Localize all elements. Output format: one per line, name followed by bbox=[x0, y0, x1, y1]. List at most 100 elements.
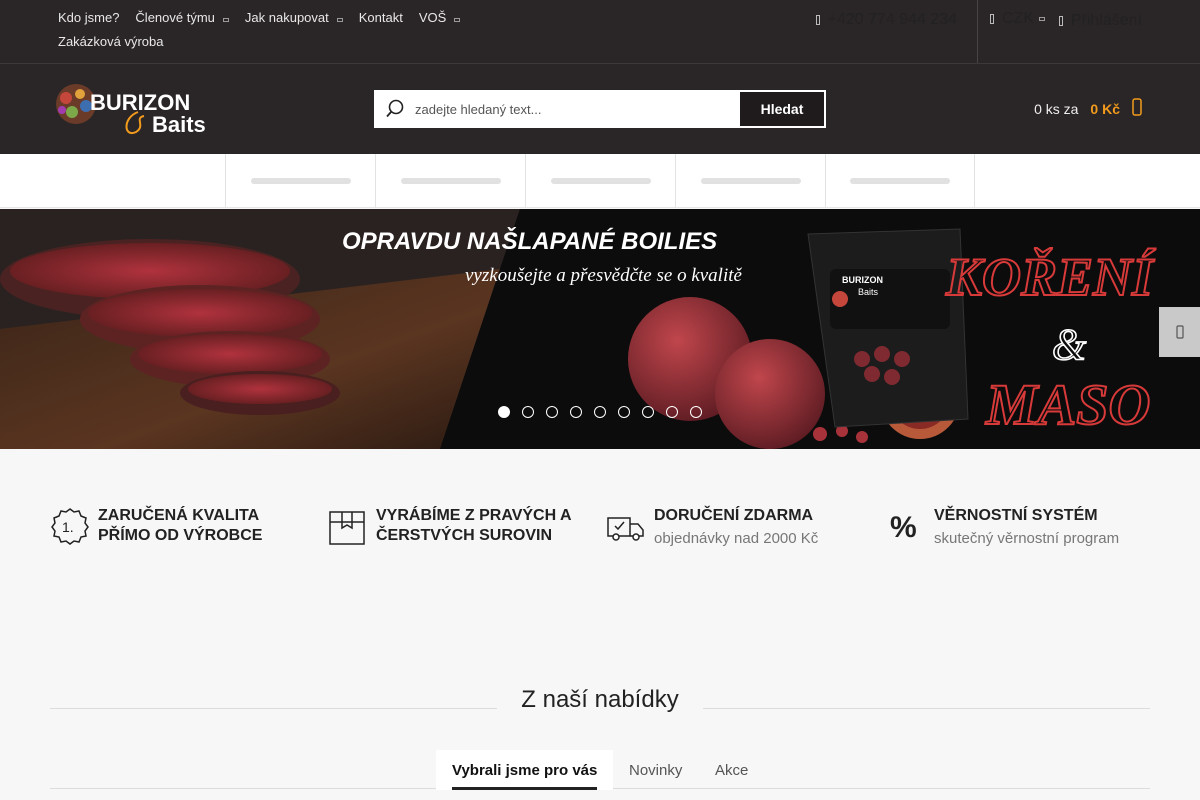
currency-label: CZK bbox=[1002, 10, 1034, 27]
box-icon bbox=[329, 511, 365, 545]
currency-icon bbox=[990, 14, 994, 24]
loading-placeholder bbox=[850, 178, 950, 184]
feature-title: DORUČENÍ ZDARMA bbox=[654, 507, 814, 524]
cart-count: 0 ks za bbox=[1034, 100, 1079, 117]
svg-text:&: & bbox=[1052, 320, 1087, 369]
top-bar: Kdo jsme? Členové týmu Jak nakupovat Kon… bbox=[0, 0, 1200, 64]
chevron-down-icon bbox=[1039, 17, 1045, 21]
feature-text: VYRÁBÍME Z PRAVÝCH A ČERSTVÝCH SUROVIN bbox=[376, 506, 572, 546]
search-input[interactable] bbox=[415, 92, 740, 126]
slider-dot[interactable] bbox=[594, 406, 606, 418]
login-link[interactable]: Přihlášení bbox=[1058, 12, 1142, 30]
top-nav-label: Členové týmu bbox=[135, 10, 215, 25]
top-nav-item-team[interactable]: Členové týmu bbox=[127, 6, 236, 30]
phone-icon bbox=[815, 15, 820, 25]
tab-new[interactable]: Novinky bbox=[629, 750, 682, 790]
side-tab-icon bbox=[1175, 325, 1184, 339]
svg-text:KOŘENÍ: KOŘENÍ bbox=[945, 247, 1156, 307]
slider-dot[interactable] bbox=[522, 406, 534, 418]
tab-sale[interactable]: Akce bbox=[715, 750, 748, 790]
hero-banner[interactable]: BURIZON Baits OPRAVDU NAŠLAPANÉ BOILIES … bbox=[0, 209, 1200, 449]
slider-dot[interactable] bbox=[666, 406, 678, 418]
category-nav-item[interactable] bbox=[525, 154, 675, 208]
svg-text:BURIZON: BURIZON bbox=[842, 275, 883, 285]
tab-label: Akce bbox=[715, 761, 749, 779]
feature-loyalty: % VĚRNOSTNÍ SYSTÉM skutečný věrnostní pr… bbox=[886, 506, 1119, 547]
feature-ingredients: VYRÁBÍME Z PRAVÝCH A ČERSTVÝCH SUROVIN bbox=[328, 506, 572, 546]
svg-text:OPRAVDU NAŠLAPANÉ BOILIES: OPRAVDU NAŠLAPANÉ BOILIES bbox=[342, 227, 717, 255]
slider-dot[interactable] bbox=[690, 406, 702, 418]
divider bbox=[50, 708, 497, 709]
search-icon[interactable] bbox=[375, 91, 415, 127]
header: BURIZON Baits Hledat 0 ks za 0 Kč bbox=[0, 64, 1200, 154]
top-nav: Kdo jsme? Členové týmu Jak nakupovat Kon… bbox=[50, 6, 490, 54]
slider-dot[interactable] bbox=[618, 406, 630, 418]
currency-selector[interactable]: CZK bbox=[990, 10, 1045, 28]
top-nav-label: VOŠ bbox=[418, 10, 447, 25]
logo[interactable]: BURIZON Baits bbox=[50, 82, 222, 138]
percent-icon: % bbox=[890, 511, 917, 544]
svg-text:%: % bbox=[890, 511, 917, 544]
feature-subtitle: skutečný věrnostní program bbox=[934, 530, 1120, 547]
feature-title: ČERSTVÝCH SUROVIN bbox=[376, 527, 553, 544]
category-nav-item[interactable] bbox=[675, 154, 825, 208]
section-title: Z naší nabídky bbox=[521, 686, 679, 713]
tab-label: Vybrali jsme pro vás bbox=[452, 761, 598, 779]
quality-badge-icon: 1. bbox=[51, 508, 89, 545]
phone-number: +420 774 944 234 bbox=[827, 11, 957, 28]
svg-text:MASO: MASO bbox=[985, 372, 1150, 437]
svg-text:Baits: Baits bbox=[152, 112, 206, 137]
chevron-down-icon bbox=[336, 18, 343, 22]
search-bar: Hledat bbox=[374, 90, 826, 128]
feature-text: ZARUČENÁ KVALITA PŘÍMO OD VÝROBCE bbox=[98, 506, 262, 546]
category-nav-item[interactable] bbox=[825, 154, 975, 208]
feature-title: PŘÍMO OD VÝROBCE bbox=[98, 527, 263, 544]
tab-recommended[interactable]: Vybrali jsme pro vás bbox=[436, 750, 614, 790]
side-panel-tab[interactable] bbox=[1159, 307, 1200, 357]
slider-dot[interactable] bbox=[546, 406, 558, 418]
top-nav-item-how-to-buy[interactable]: Jak nakupovat bbox=[237, 6, 351, 30]
top-nav-item-vos[interactable]: VOŠ bbox=[411, 6, 468, 30]
top-nav-label: Kontakt bbox=[358, 10, 403, 25]
tab-label: Novinky bbox=[629, 761, 683, 779]
login-label: Přihlášení bbox=[1070, 12, 1142, 29]
delivery-van-icon bbox=[607, 517, 644, 541]
slider-dot[interactable] bbox=[498, 406, 510, 418]
cart-price: 0 Kč bbox=[1090, 100, 1120, 117]
feature-title: ZARUČENÁ KVALITA bbox=[98, 507, 260, 524]
top-nav-label: Kdo jsme? bbox=[58, 10, 120, 25]
top-nav-item-custom-production[interactable]: Zakázková výroba bbox=[50, 30, 172, 54]
user-icon bbox=[1058, 16, 1063, 26]
feature-title: VĚRNOSTNÍ SYSTÉM bbox=[934, 507, 1098, 524]
category-nav bbox=[0, 154, 1200, 208]
phone-link[interactable]: +420 774 944 234 bbox=[815, 11, 957, 29]
feature-title: VYRÁBÍME Z PRAVÝCH A bbox=[376, 507, 572, 524]
slider-dot[interactable] bbox=[642, 406, 654, 418]
loading-placeholder bbox=[700, 178, 801, 184]
category-nav-item[interactable] bbox=[375, 154, 525, 208]
top-nav-label: Jak nakupovat bbox=[244, 10, 329, 25]
divider bbox=[977, 0, 978, 63]
slider-dots bbox=[498, 406, 714, 418]
chevron-down-icon bbox=[222, 18, 229, 22]
feature-quality: 1. ZARUČENÁ KVALITA PŘÍMO OD VÝROBCE bbox=[50, 506, 262, 546]
search-button[interactable]: Hledat bbox=[740, 92, 824, 126]
chevron-down-icon bbox=[454, 18, 461, 22]
svg-text:1.: 1. bbox=[62, 519, 74, 535]
category-nav-item[interactable] bbox=[225, 154, 375, 208]
svg-text:Baits: Baits bbox=[858, 287, 879, 297]
loading-placeholder bbox=[250, 178, 351, 184]
svg-text:vyzkoušejte a přesvědčte se o: vyzkoušejte a přesvědčte se o kvalitě bbox=[465, 265, 743, 286]
top-nav-item-contact[interactable]: Kontakt bbox=[351, 6, 411, 30]
cart-icon bbox=[1132, 98, 1142, 119]
top-nav-item-about[interactable]: Kdo jsme? bbox=[50, 6, 127, 30]
slider-dot[interactable] bbox=[570, 406, 582, 418]
loading-placeholder bbox=[550, 178, 651, 184]
top-nav-label: Zakázková výroba bbox=[58, 34, 164, 49]
feature-text: DORUČENÍ ZDARMA objednávky nad 2000 Kč bbox=[654, 506, 818, 547]
feature-delivery: DORUČENÍ ZDARMA objednávky nad 2000 Kč bbox=[606, 506, 818, 547]
feature-text: VĚRNOSTNÍ SYSTÉM skutečný věrnostní prog… bbox=[934, 506, 1119, 547]
feature-subtitle: objednávky nad 2000 Kč bbox=[654, 530, 819, 547]
logo-mark: BURIZON Baits bbox=[56, 84, 206, 137]
cart-summary[interactable]: 0 ks za 0 Kč bbox=[1034, 98, 1142, 119]
